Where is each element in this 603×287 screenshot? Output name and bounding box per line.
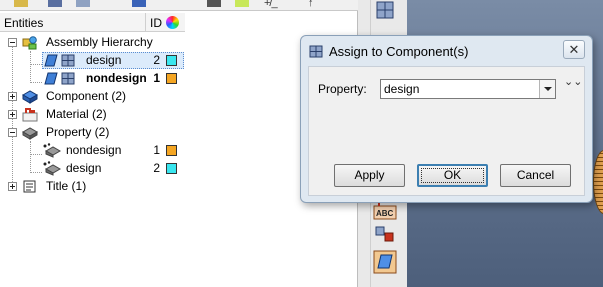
expand-toggle[interactable] [8,182,17,191]
id-value: 2 [153,53,160,67]
collapse-toggle[interactable] [8,128,17,137]
tree-label: design [86,53,122,67]
property-value: design [384,82,420,96]
folder-icon[interactable] [14,0,28,7]
color-swatch[interactable] [166,55,177,66]
assembly-icon [22,36,37,50]
id-value: 2 [153,161,160,175]
material-icon [22,108,38,122]
tree-label: Assembly Hierarchy [46,35,153,49]
tree-label: Component (2) [46,89,127,103]
grid-icon [61,54,75,67]
tree-row-nondesign-component[interactable]: nondesign 1 [0,70,185,87]
dialog-title: Assign to Component(s) [329,44,469,59]
tree-label: nondesign [86,71,147,85]
tree-row-design-component[interactable]: design 2 [0,52,185,69]
chevron-down-icon[interactable]: ⌄⌄ [564,77,582,95]
column-header-id[interactable]: ID [150,16,162,30]
tree-label: nondesign [66,143,122,157]
tree-header: Entities ID [0,13,185,32]
plus-minus-button[interactable]: +/_ [264,0,278,9]
color-swatch[interactable] [166,73,177,84]
copy-icon[interactable] [76,0,90,7]
id-value: 1 [153,143,160,157]
select-icon[interactable] [207,0,221,7]
color-icon[interactable] [235,0,249,7]
collapse-toggle[interactable] [8,38,17,47]
color-swatch[interactable] [166,145,177,156]
expand-toggle[interactable] [8,92,17,101]
tree-row-design-property[interactable]: design 2 [0,160,185,177]
tree-label: Title (1) [46,179,87,193]
mesh-view-icon[interactable] [373,0,397,24]
property-item-icon [43,143,62,158]
tree-row-assembly-hierarchy[interactable]: Assembly Hierarchy [0,34,185,51]
tree-label: Material (2) [46,107,107,121]
tree-row-nondesign-property[interactable]: nondesign 1 [0,142,185,159]
tree-label: Property (2) [46,125,110,139]
tree-row-component[interactable]: Component (2) [0,88,185,105]
column-header-entities[interactable]: Entities [4,16,43,30]
property-label: Property: [318,82,367,96]
ok-button[interactable]: OK [417,164,488,187]
close-button[interactable]: ✕ [563,40,585,59]
grid-icon [61,72,75,85]
cancel-button[interactable]: Cancel [500,164,571,187]
tag-icon[interactable] [132,0,146,7]
property-select[interactable]: design [380,79,556,99]
arrow-up-button[interactable]: ↑ [308,0,313,9]
property-icon [21,127,39,140]
tree-row-title[interactable]: Title (1) [0,178,185,195]
column-divider[interactable] [145,13,146,32]
component-shell-icon [44,54,58,67]
title-icon [23,180,36,193]
numbering-icon[interactable] [373,223,397,247]
apply-button[interactable]: Apply [334,164,405,187]
id-value: 1 [153,71,160,85]
component-shell-icon [44,72,58,85]
tree-row-material[interactable]: Material (2) [0,106,185,123]
component-icon [21,90,39,104]
abc-icon-text: ABC [376,209,394,218]
expand-toggle[interactable] [8,110,17,119]
dialog-body: Property: design ⌄⌄ Apply OK Cancel [308,66,585,196]
color-wheel-icon[interactable] [166,16,179,29]
save-icon[interactable] [48,0,62,7]
top-toolbar: +/_ ↑ [0,0,358,11]
tree-row-property[interactable]: Property (2) [0,124,185,141]
tree-label: design [66,161,102,175]
close-icon: ✕ [568,42,580,57]
color-swatch[interactable] [166,163,177,174]
grid-icon [309,45,323,58]
assign-to-component-dialog: Assign to Component(s) ✕ Property: desig… [300,35,593,203]
property-item-icon [43,161,62,176]
surface-select-icon[interactable] [373,250,397,274]
dropdown-arrow-icon[interactable] [539,80,555,98]
